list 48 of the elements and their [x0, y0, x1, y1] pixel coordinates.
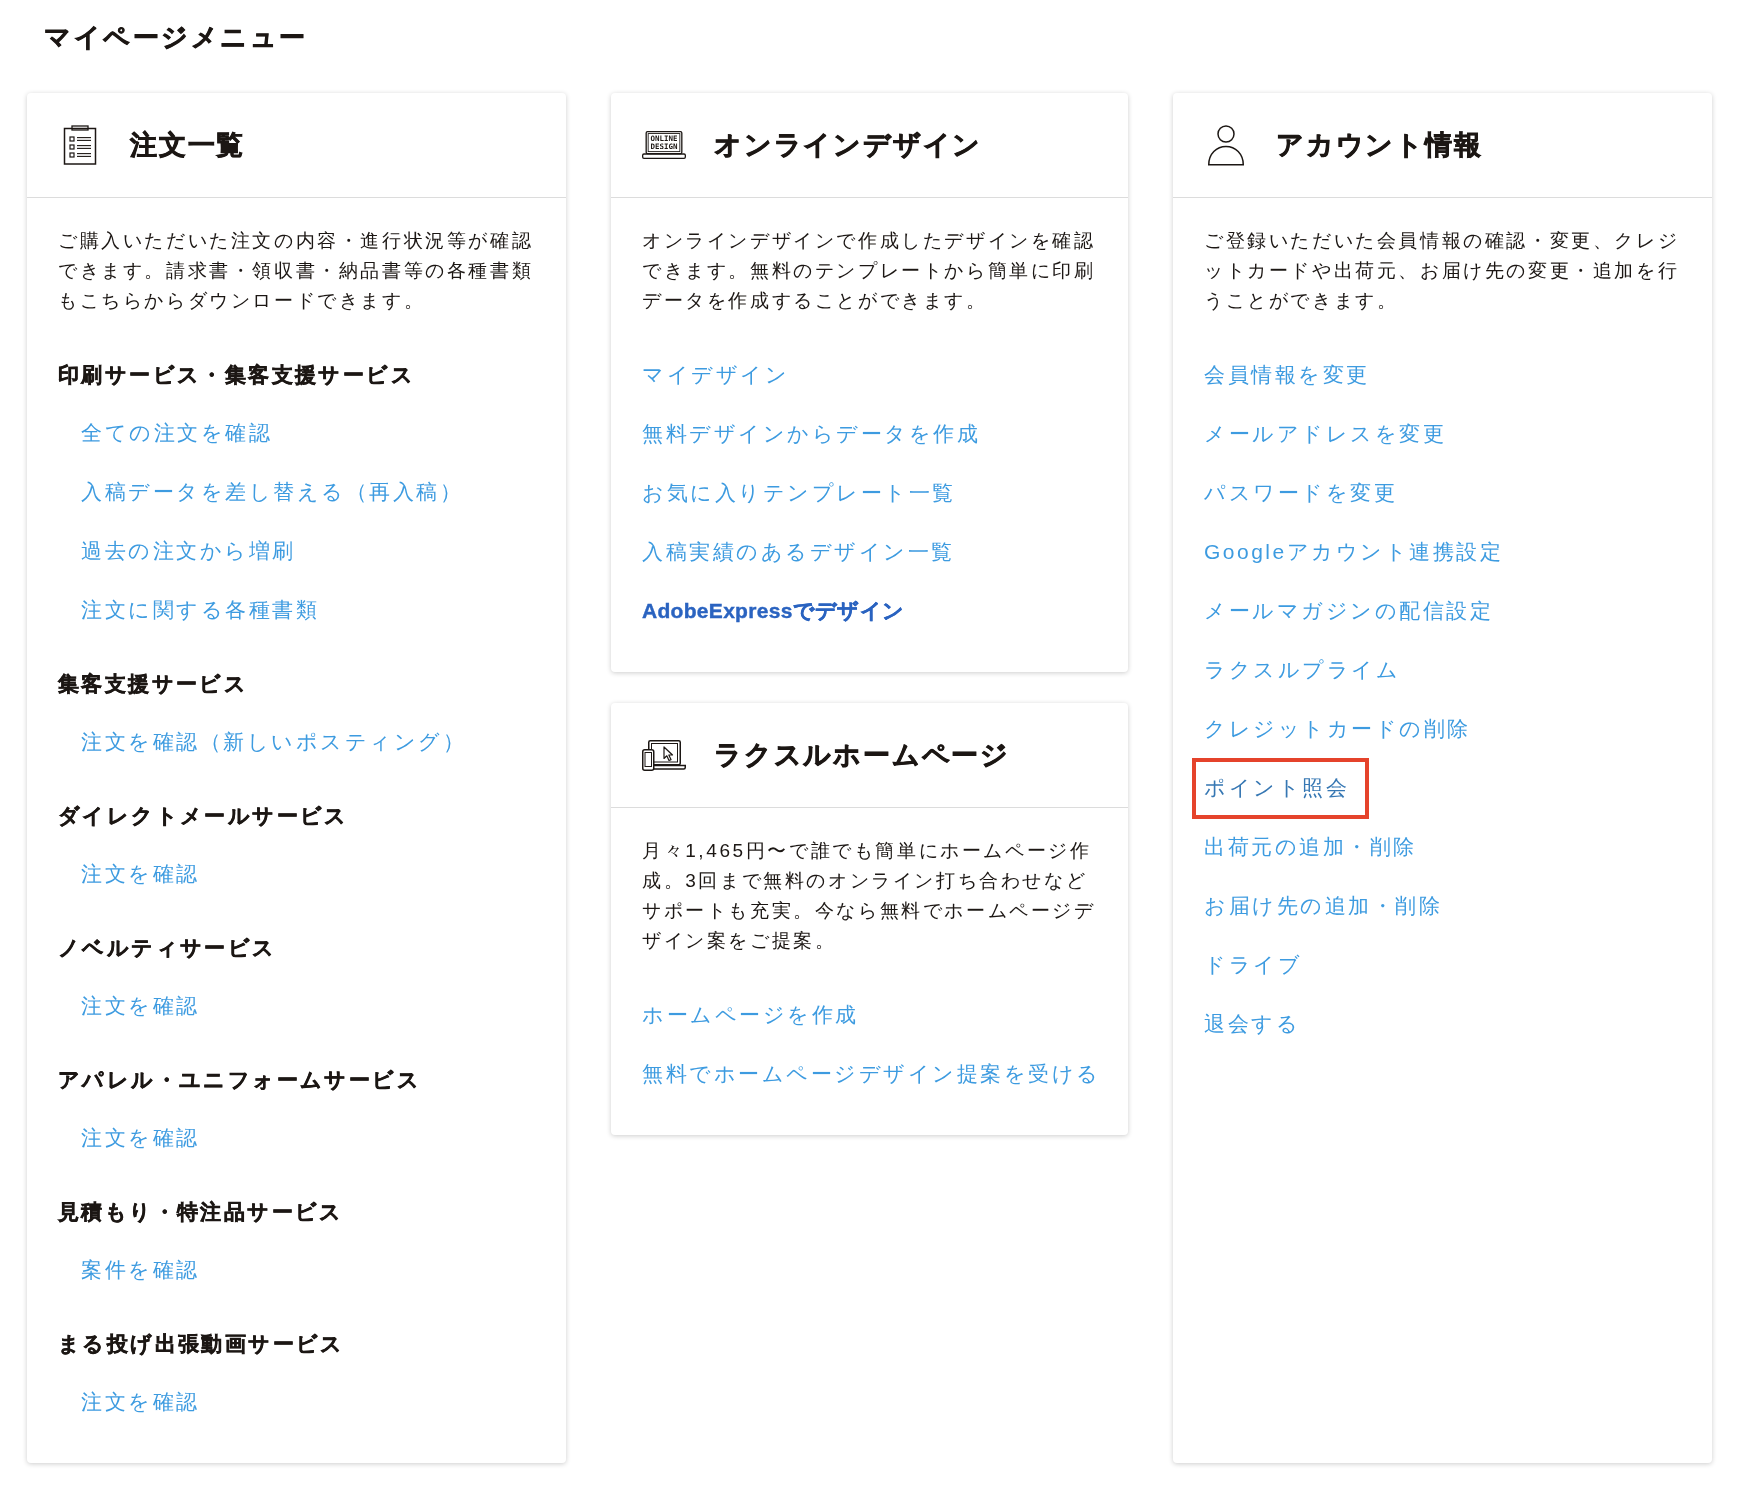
page-title: マイページメニュー: [44, 21, 308, 54]
menu-link[interactable]: 無料でホームページデザイン提案を受ける: [642, 1059, 1101, 1089]
clipboard-list-icon: [63, 125, 97, 165]
section-heading: ダイレクトメールサービス: [58, 803, 349, 829]
menu-link[interactable]: ポイント照会: [1204, 773, 1349, 803]
section-heading: ノベルティサービス: [58, 935, 277, 961]
laptop-phone-icon: [642, 739, 686, 771]
menu-link[interactable]: 全ての注文を確認: [81, 418, 272, 448]
menu-link[interactable]: メールアドレスを変更: [1204, 419, 1446, 449]
menu-link[interactable]: ホームページを作成: [642, 1000, 859, 1030]
section-heading: 印刷サービス・集客支援サービス: [58, 362, 415, 388]
card-title: オンラインデザイン: [714, 129, 983, 162]
section-heading: 見積もり・特注品サービス: [58, 1199, 344, 1225]
menu-link[interactable]: マイデザイン: [642, 360, 789, 390]
menu-link[interactable]: 注文を確認: [81, 859, 200, 889]
section-heading: まる投げ出張動画サービス: [58, 1331, 345, 1357]
card-description: ご購入いただいた注文の内容・進行状況等が確認できます。請求書・領収書・納品書等の各種書類もこちらからダウンロードできます。: [58, 229, 535, 313]
card-description: オンラインデザインで作成したデザインを確認できます。無料のテンプレートから簡単に印刷データを作成することができます。: [642, 229, 1097, 313]
menu-link[interactable]: 退会する: [1204, 1009, 1300, 1039]
menu-link[interactable]: AdobeExpressでデザイン: [642, 596, 905, 626]
card-description: ご登録いただいた会員情報の確認・変更、クレジットカードや出荷元、お届け先の変更・追加を行うことができます。: [1204, 229, 1681, 313]
section-heading: 集客支援サービス: [58, 671, 249, 697]
menu-link[interactable]: 出荷元の追加・削除: [1204, 832, 1417, 862]
menu-link[interactable]: 入稿実績のあるデザイン一覧: [642, 537, 955, 567]
person-icon: [1207, 124, 1245, 166]
menu-link[interactable]: お届け先の追加・削除: [1204, 891, 1442, 921]
menu-link[interactable]: 注文を確認（新しいポスティング）: [81, 727, 466, 757]
menu-link[interactable]: パスワードを変更: [1204, 478, 1397, 508]
card-title: ラクスルホームページ: [714, 739, 1010, 772]
menu-link[interactable]: 無料デザインからデータを作成: [642, 419, 980, 449]
menu-link[interactable]: 過去の注文から増刷: [81, 536, 296, 566]
menu-link[interactable]: ラクスルプライム: [1204, 655, 1400, 685]
menu-link[interactable]: 注文を確認: [81, 991, 200, 1021]
menu-link[interactable]: 注文に関する各種書類: [81, 595, 319, 625]
menu-link[interactable]: Googleアカウント連携設定: [1204, 537, 1504, 567]
card-description: 月々1,465円〜で誰でも簡単にホームページ作成。3回まで無料のオンライン打ち合わせなどサポートも充実。今なら無料でホームページデザイン案をご提案。: [642, 839, 1097, 953]
menu-link[interactable]: 案件を確認: [81, 1255, 200, 1285]
section-heading: アパレル・ユニフォームサービス: [58, 1067, 421, 1093]
menu-link[interactable]: クレジットカードの削除: [1204, 714, 1471, 744]
menu-link[interactable]: お気に入りテンプレート一覧: [642, 478, 956, 508]
menu-link[interactable]: 会員情報を変更: [1204, 360, 1370, 390]
menu-link[interactable]: メールマガジンの配信設定: [1204, 596, 1493, 626]
menu-link[interactable]: 入稿データを差し替える（再入稿）: [81, 477, 463, 507]
card-title: アカウント情報: [1276, 129, 1483, 162]
menu-link[interactable]: 注文を確認: [81, 1387, 200, 1417]
menu-link[interactable]: 注文を確認: [81, 1123, 200, 1153]
card-title: 注文一覧: [130, 129, 246, 162]
menu-link[interactable]: ドライブ: [1204, 950, 1302, 980]
